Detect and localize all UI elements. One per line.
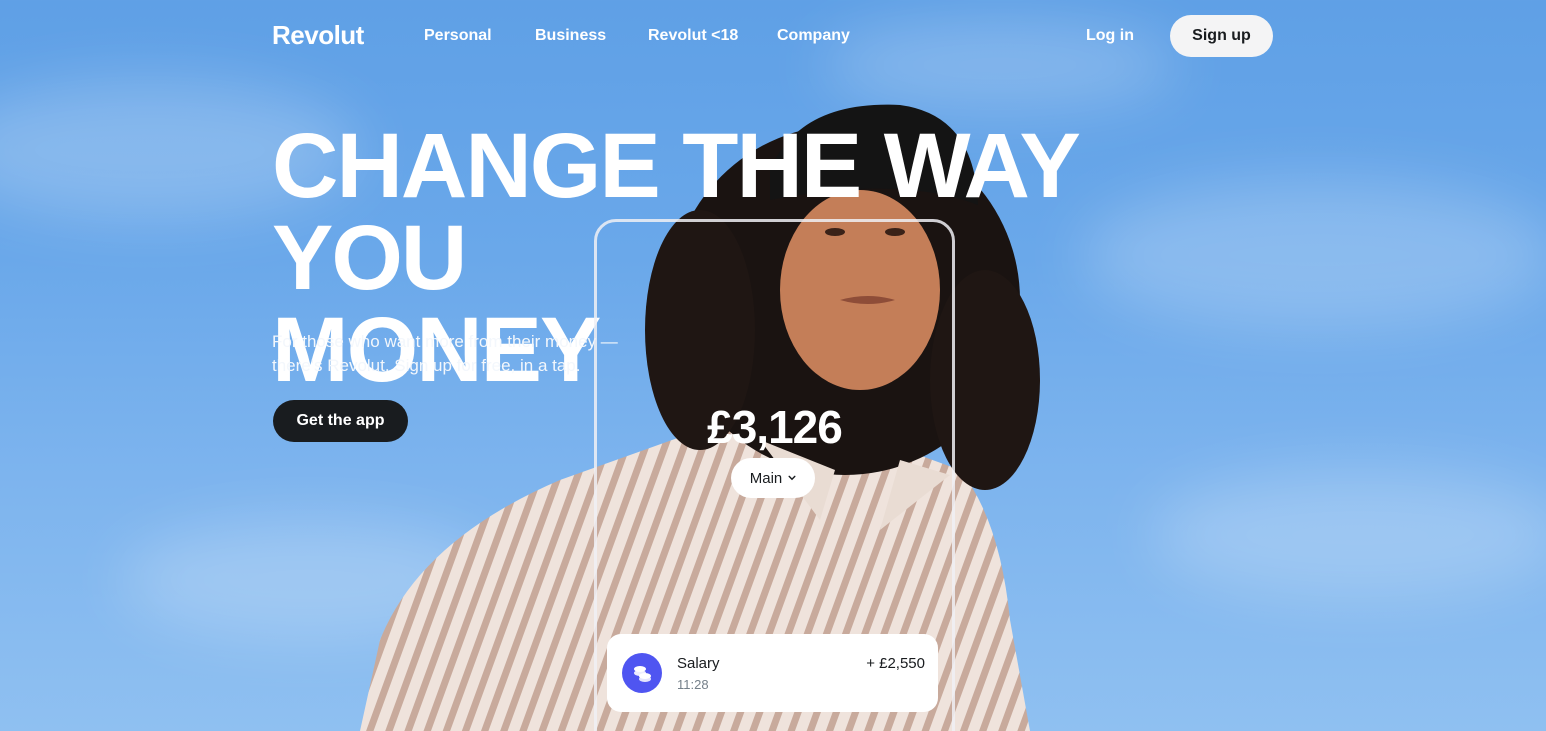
get-app-button[interactable]: Get the app (273, 400, 408, 442)
login-link[interactable]: Log in (1086, 27, 1134, 45)
account-selector-label: Main (749, 469, 783, 487)
brand-logo[interactable]: Revolut (272, 20, 364, 51)
account-balance: £3,126 (707, 401, 843, 453)
signup-button[interactable]: Sign up (1170, 15, 1273, 57)
transaction-title: Salary (677, 655, 720, 672)
coins-icon (622, 653, 662, 693)
account-selector[interactable]: Main (731, 458, 815, 498)
transaction-amount: + £2,550 (866, 655, 925, 672)
chevron-down-icon (788, 475, 796, 481)
nav-link-company[interactable]: Company (777, 27, 850, 45)
nav-link-under18[interactable]: Revolut <18 (648, 27, 738, 45)
transaction-time: 11:28 (677, 677, 709, 692)
nav-link-business[interactable]: Business (535, 27, 606, 45)
nav-link-personal[interactable]: Personal (424, 27, 492, 45)
top-navigation: Revolut Personal Business Revolut <18 Co… (0, 0, 1546, 72)
transaction-card[interactable]: Salary 11:28 + £2,550 (607, 634, 938, 712)
